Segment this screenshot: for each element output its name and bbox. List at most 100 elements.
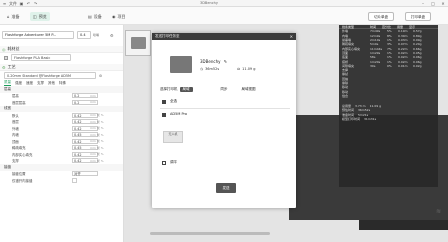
param-label: 默认 bbox=[12, 113, 19, 118]
minimize-button[interactable]: – bbox=[418, 0, 428, 7]
select-all-checkbox[interactable] bbox=[162, 100, 166, 104]
stats-row-pct: 0% bbox=[387, 63, 392, 68]
home-icon: ⌂ bbox=[7, 14, 10, 19]
time-meta: ◷ 36m52s bbox=[200, 67, 219, 71]
horizontal-scrollbar[interactable] bbox=[150, 232, 270, 235]
file-menu[interactable]: 文件 bbox=[9, 1, 17, 6]
save-icon[interactable]: ▣ bbox=[19, 1, 24, 6]
param-label: 层高 bbox=[12, 94, 19, 99]
layers-icon[interactable]: ≋ bbox=[436, 208, 444, 216]
dialog-close-icon[interactable]: ✕ bbox=[290, 33, 293, 40]
close-button[interactable]: ✕ bbox=[438, 0, 448, 7]
tab-project[interactable]: ◉ 项目 bbox=[109, 12, 129, 21]
plate-thumbnail[interactable] bbox=[125, 30, 151, 56]
summary-row: 模型打印时间 31m31s bbox=[339, 117, 438, 121]
model-preview-icon bbox=[170, 56, 192, 73]
process-select[interactable]: 0.20mm Standard @Flashforge AD5M bbox=[4, 72, 96, 79]
nozzle-select[interactable]: 0.4 bbox=[77, 31, 91, 39]
stats-header-time: 时间 bbox=[370, 24, 377, 29]
tab-speed[interactable]: 速度 bbox=[26, 81, 33, 86]
tab-lan-view[interactable]: 局域视图 bbox=[242, 87, 256, 92]
main-tab-bar: ⌂ 准备 ◫ 预览 ▤ 设备 ◉ 项目 切片单盘 打印单盘 bbox=[0, 7, 448, 25]
printer-checkbox[interactable] bbox=[162, 113, 166, 117]
tab-preview-label: 预览 bbox=[38, 14, 47, 19]
param-unit: mm 或 % bbox=[90, 126, 104, 131]
printer-thumbnail-label: 无人机 bbox=[168, 132, 178, 136]
param-label: 首层 bbox=[12, 120, 19, 125]
stagger-checkbox[interactable] bbox=[72, 177, 77, 183]
print-time: 36m52s bbox=[205, 67, 220, 71]
filament-row: Flashforge PLA Basic bbox=[0, 53, 123, 62]
process-icon: ⚙ bbox=[2, 64, 6, 70]
param-label: 稀疏填充 bbox=[12, 146, 26, 151]
tab-lan[interactable]: 局域 bbox=[179, 86, 193, 92]
filament-section-header: ◎ 耗材丝 bbox=[0, 46, 123, 53]
process-settings-icon[interactable]: ⚙ bbox=[99, 74, 102, 78]
param-label: 支撑 bbox=[12, 159, 19, 164]
model-thumbnail-icon bbox=[131, 37, 146, 49]
tab-quality[interactable]: 质量 bbox=[4, 80, 11, 86]
device-icon: ▤ bbox=[88, 14, 92, 19]
project-icon: ◉ bbox=[112, 14, 116, 19]
print-plate-button[interactable]: 打印单盘 bbox=[405, 12, 431, 21]
tab-prepare[interactable]: ⌂ 准备 bbox=[4, 12, 23, 21]
summary-label: 模型打印时间 bbox=[342, 117, 361, 122]
dialog-title: 发送打印任务至 bbox=[152, 33, 296, 40]
param-label: 接缝位置 bbox=[12, 172, 26, 177]
printer-list-divider bbox=[160, 108, 290, 109]
tab-strength[interactable]: 强度 bbox=[15, 81, 22, 86]
param-unit: mm 或 % bbox=[90, 152, 104, 157]
leveling-checkbox[interactable] bbox=[162, 161, 166, 165]
param-unit: mm bbox=[90, 100, 96, 105]
param-unit: mm 或 % bbox=[90, 113, 104, 118]
select-all-label: 全选 bbox=[170, 99, 177, 103]
window-title: 3DBenchy bbox=[200, 1, 218, 5]
printer-thumbnail-button[interactable]: 无人机 bbox=[163, 131, 183, 143]
redo-icon[interactable]: ↷ bbox=[33, 1, 38, 6]
param-unit: mm 或 % bbox=[90, 119, 104, 124]
tab-sync[interactable]: 同步 bbox=[221, 87, 228, 92]
param-unit: mm bbox=[90, 93, 96, 98]
filament-section-title: 耗材丝 bbox=[7, 46, 20, 51]
printer-name: AD5M Pro bbox=[170, 112, 188, 116]
param-unit: mm 或 % bbox=[90, 145, 104, 150]
undo-icon[interactable]: ↶ bbox=[26, 1, 31, 6]
filament-color-swatch[interactable] bbox=[4, 55, 8, 60]
param-unit: mm 或 % bbox=[90, 132, 104, 137]
preview-icon: ◫ bbox=[33, 14, 37, 19]
category-title: 线宽 bbox=[4, 106, 11, 111]
tab-other[interactable]: 其他 bbox=[48, 81, 55, 86]
tab-special[interactable]: 特殊 bbox=[59, 81, 66, 86]
printer-select-tabs: 选择打印机 局域 同步 局域视图 bbox=[160, 85, 290, 93]
param-label: 内墙 bbox=[12, 133, 19, 138]
send-button[interactable]: 发送 bbox=[216, 183, 236, 193]
clock-icon: ◷ bbox=[200, 67, 204, 71]
param-label: 顶面 bbox=[12, 139, 19, 144]
tab-preview[interactable]: ◫ 预览 bbox=[30, 12, 50, 21]
menu-icon[interactable]: ≡ bbox=[2, 1, 7, 6]
slice-stats-panel: 线条类型 时间 百分比 用量 显示 外墙 7m49s 5% 0.19m 0.57g 内墙… bbox=[339, 25, 438, 187]
stats-header-pct: 百分比 bbox=[382, 24, 392, 29]
filament-select[interactable]: Flashforge PLA Basic bbox=[11, 54, 71, 61]
param-row: 仅错开内接缝 bbox=[0, 177, 123, 184]
weight-meta: ⚖ 11.09 g bbox=[237, 67, 256, 71]
printer-select[interactable]: Flashforge Adventurer 5M P... bbox=[2, 31, 74, 39]
stats-row-name: 缝合 bbox=[342, 93, 349, 98]
tab-device[interactable]: ▤ 设备 bbox=[85, 12, 105, 21]
select-printer-label: 选择打印机 bbox=[160, 86, 178, 91]
param-label: 外墙 bbox=[12, 126, 19, 131]
category-title: 接缝 bbox=[4, 164, 11, 169]
printer-section: Flashforge Adventurer 5M P... 0.4 喷嘴 ⚙ bbox=[0, 25, 123, 45]
left-sidebar: Flashforge Adventurer 5M P... 0.4 喷嘴 ⚙ ◎… bbox=[0, 25, 124, 242]
title-bar: ≡ 文件 ▣ ↶ ↷ 3DBenchy – □ ✕ bbox=[0, 0, 448, 7]
tab-support[interactable]: 支撑 bbox=[37, 81, 44, 86]
process-row: 0.20mm Standard @Flashforge AD5M ⚙ bbox=[0, 71, 123, 80]
seam-position-select[interactable]: 对齐 bbox=[72, 171, 98, 177]
param-label: 仅错开内接缝 bbox=[12, 178, 33, 183]
edit-icon[interactable]: ✎ bbox=[224, 59, 227, 64]
printer-settings-icon[interactable]: ⚙ bbox=[110, 33, 114, 38]
model-name: 3DBenchy ✎ bbox=[200, 59, 227, 64]
maximize-button[interactable]: □ bbox=[428, 0, 438, 7]
stats-row-usage: 0.01m bbox=[398, 63, 408, 68]
slice-plate-button[interactable]: 切片单盘 bbox=[368, 12, 394, 21]
